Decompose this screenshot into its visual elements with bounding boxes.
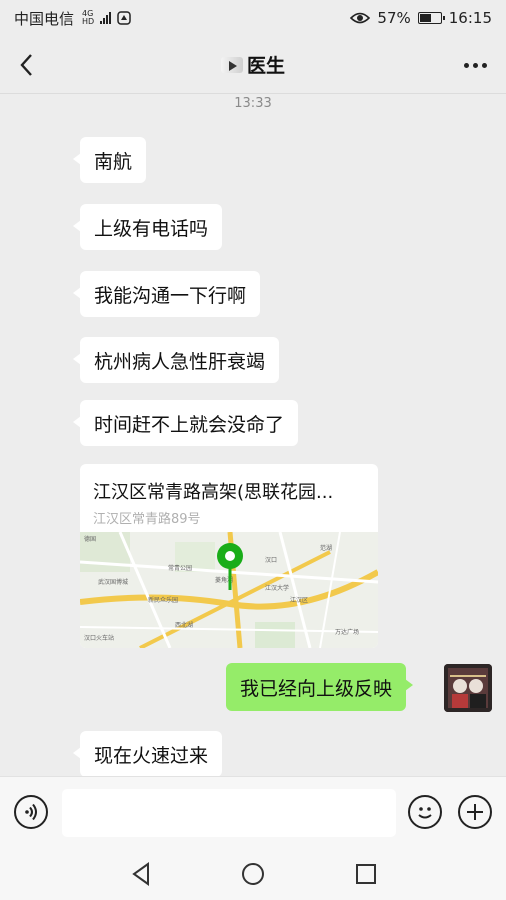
message-timestamp: 13:33 bbox=[234, 96, 272, 111]
map-label: 常青公园 bbox=[168, 564, 192, 572]
location-map[interactable]: 德国 常青公园 武汉国博城 新民众乐园 汉口火车站 汉口 江汉区 菱角湖 万达广… bbox=[80, 532, 378, 648]
eye-icon bbox=[350, 12, 371, 24]
status-bar: 中国电信 4G HD 57% 16:15 bbox=[0, 0, 506, 36]
map-label: 新民众乐园 bbox=[148, 596, 178, 604]
input-bar bbox=[0, 776, 506, 848]
message-bubble[interactable]: 我能沟通一下行啊 bbox=[72, 271, 261, 317]
map-label: 范湖 bbox=[320, 544, 332, 552]
more-options-button[interactable] bbox=[458, 50, 492, 80]
map-label: 德国 bbox=[84, 535, 96, 543]
battery-percent: 57% bbox=[377, 9, 411, 27]
dot-icon bbox=[463, 62, 469, 68]
map-label: 西北湖 bbox=[175, 621, 193, 629]
message-bubble[interactable]: 时间赶不上就会没命了 bbox=[72, 400, 299, 446]
back-button[interactable] bbox=[14, 50, 42, 80]
nav-home-button[interactable] bbox=[239, 860, 267, 888]
nav-recents-button[interactable] bbox=[352, 860, 380, 888]
voice-input-button[interactable] bbox=[14, 795, 48, 829]
message-bubble[interactable]: 南航 bbox=[72, 137, 147, 183]
carrier-label: 中国电信 bbox=[14, 9, 75, 28]
location-title: 江汉区常青路高架(思联花园... bbox=[93, 482, 334, 503]
contact-avatar-blur bbox=[220, 56, 243, 73]
map-label: 万达广场 bbox=[335, 628, 359, 636]
plus-icon bbox=[467, 804, 483, 820]
signal-icon bbox=[100, 12, 112, 24]
chat-header: 医生 bbox=[0, 36, 506, 94]
emoji-button[interactable] bbox=[408, 795, 442, 829]
map-label: 汉口火车站 bbox=[84, 634, 114, 642]
clock: 16:15 bbox=[448, 9, 492, 27]
map-label: 江汉大学 bbox=[265, 584, 289, 592]
map-label: 江汉区 bbox=[290, 596, 308, 604]
square-recents-icon bbox=[356, 864, 376, 884]
chevron-left-icon bbox=[20, 54, 32, 76]
voice-icon bbox=[25, 803, 37, 821]
dot-icon bbox=[481, 62, 487, 68]
message-input[interactable] bbox=[62, 789, 396, 837]
message-bubble[interactable]: 杭州病人急性肝衰竭 bbox=[72, 337, 280, 383]
message-bubble[interactable]: 现在火速过来 bbox=[72, 731, 223, 776]
chat-title: 医生 bbox=[246, 55, 285, 77]
sent-message-bubble[interactable]: 我已经向上级反映 bbox=[226, 663, 414, 711]
circle-home-icon bbox=[242, 863, 264, 885]
avatar-image bbox=[444, 664, 492, 712]
map-label: 汉口 bbox=[265, 556, 277, 564]
message-bubble[interactable]: 上级有电话吗 bbox=[72, 204, 223, 250]
my-avatar[interactable] bbox=[444, 664, 492, 712]
triangle-back-icon bbox=[132, 862, 149, 886]
map-label: 武汉国博城 bbox=[98, 578, 128, 586]
battery-icon bbox=[417, 12, 445, 24]
location-address: 江汉区常青路89号 bbox=[93, 512, 201, 527]
system-nav-bar bbox=[0, 848, 506, 900]
notification-icon bbox=[117, 11, 131, 25]
location-card[interactable]: 江汉区常青路高架(思联花园... 江汉区常青路89号 德国 常青公园 武汉国博城… bbox=[80, 464, 378, 648]
more-functions-button[interactable] bbox=[458, 795, 492, 829]
dot-icon bbox=[472, 62, 478, 68]
smiley-icon bbox=[418, 807, 432, 819]
chat-area[interactable]: 13:33 南航 上级有电话吗 我能沟通一下行啊 杭州病人急性肝衰竭 时间赶不上… bbox=[0, 94, 506, 776]
network-indicator: 4G HD bbox=[82, 9, 95, 26]
nav-back-button[interactable] bbox=[128, 860, 156, 888]
